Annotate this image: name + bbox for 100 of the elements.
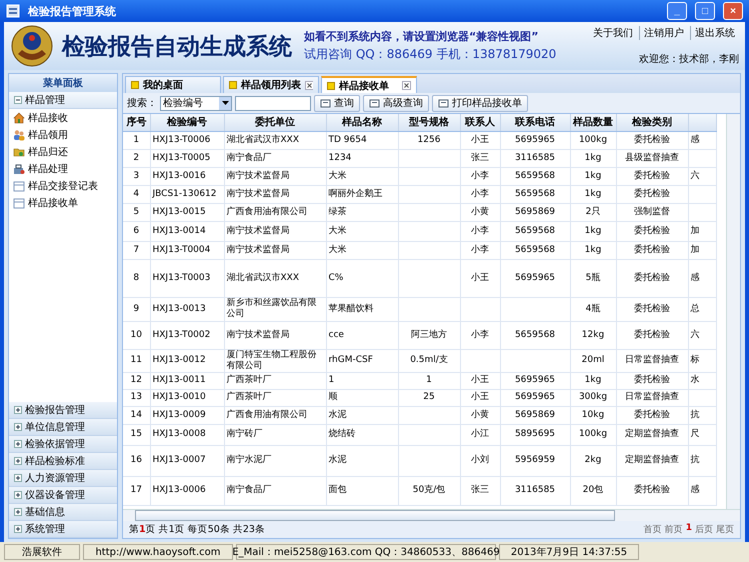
menu-group[interactable]: 样品检验标准: [9, 453, 117, 470]
table-cell: 5瓶: [570, 259, 616, 297]
table-cell: 南宁技术监督局: [224, 167, 326, 185]
table-cell: 广西食用油有限公司: [224, 406, 326, 424]
table-cell: 大米: [326, 221, 398, 241]
table-cell: 六: [688, 167, 716, 185]
maximize-button[interactable]: □: [695, 2, 715, 20]
table-cell: 湖北省武汉市XXX: [224, 259, 326, 297]
close-icon[interactable]: [305, 80, 313, 90]
menu-item[interactable]: 样品处理: [9, 160, 117, 177]
tab[interactable]: 我的桌面: [125, 76, 221, 93]
table-cell: 5956959: [500, 445, 570, 476]
table-cell: HXJ13-T0004: [150, 241, 224, 259]
table-cell: 小王: [460, 259, 500, 297]
welcome-text: 欢迎您：技术部，李刚: [639, 52, 739, 66]
table-cell: 日常监督抽查: [616, 389, 688, 406]
table-cell: cce: [326, 321, 398, 349]
table-cell: 2只: [570, 203, 616, 221]
field-dropdown[interactable]: 检验编号: [160, 96, 232, 110]
table-cell: 300kg: [570, 389, 616, 406]
tab[interactable]: 样品领用列表: [223, 76, 319, 93]
table-cell: 12kg: [570, 321, 616, 349]
vertical-scrollbar[interactable]: [726, 114, 740, 509]
column-header[interactable]: 联系电话: [500, 114, 570, 131]
advanced-query-button[interactable]: 高级查询: [363, 94, 429, 112]
table-cell: 苹果醋饮料: [326, 297, 398, 321]
column-header[interactable]: 型号规格: [398, 114, 460, 131]
toggle-icon: [14, 440, 22, 448]
column-header[interactable]: 样品名称: [326, 114, 398, 131]
pager-link[interactable]: 尾页: [716, 523, 734, 536]
table-cell: 委托检验: [616, 476, 688, 505]
table-cell: HXJ13-0014: [150, 221, 224, 241]
tab[interactable]: 样品接收单: [321, 76, 417, 93]
table-cell: 1kg: [570, 185, 616, 203]
horizontal-scrollbar[interactable]: [123, 509, 740, 521]
document-icon: [369, 98, 380, 108]
table-cell: HXJ13-T0006: [150, 131, 224, 149]
search-field[interactable]: [235, 96, 311, 110]
table-cell: [688, 185, 716, 203]
table-cell: 绿茶: [326, 203, 398, 221]
table-cell: 16: [123, 445, 150, 476]
print-button[interactable]: 打印样品接收单: [432, 94, 528, 112]
pager-link[interactable]: 前页: [664, 523, 683, 536]
menu-group[interactable]: 系统管理: [9, 521, 117, 538]
column-header[interactable]: 序号: [123, 114, 150, 131]
menu-item[interactable]: 样品接收单: [9, 194, 117, 211]
query-button[interactable]: 查询: [314, 94, 360, 112]
table-cell: 5659568: [500, 241, 570, 259]
menu-group[interactable]: 单位信息管理: [9, 419, 117, 436]
table-cell: 委托检验: [616, 372, 688, 389]
table-cell: 25: [398, 389, 460, 406]
column-header[interactable]: 联系人: [460, 114, 500, 131]
table-cell: 5695965: [500, 259, 570, 297]
menu-item[interactable]: 样品交接登记表: [9, 177, 117, 194]
table-cell: 广西茶叶厂: [224, 372, 326, 389]
menu-item[interactable]: 样品领用: [9, 126, 117, 143]
menu-item[interactable]: 样品归还: [9, 143, 117, 160]
table-cell: HXJ13-0008: [150, 424, 224, 445]
menu-group[interactable]: 仪器设备管理: [9, 487, 117, 504]
minimize-button[interactable]: _: [667, 2, 687, 20]
table-cell: 定期监督抽查: [616, 424, 688, 445]
menu-group[interactable]: 样品管理: [9, 92, 117, 109]
table-cell: 抗: [688, 445, 716, 476]
pager-link[interactable]: 1: [686, 523, 692, 536]
header-link[interactable]: 关于我们: [589, 26, 637, 40]
column-header[interactable]: 样品数量: [570, 114, 616, 131]
close-icon[interactable]: [402, 81, 411, 90]
table-cell: 顺: [326, 389, 398, 406]
menu-group[interactable]: 人力资源管理: [9, 470, 117, 487]
table-cell: 10: [123, 321, 150, 349]
pager-link[interactable]: 首页: [644, 523, 662, 536]
table-cell: [398, 149, 460, 167]
column-header[interactable]: 委托单位: [224, 114, 326, 131]
table-cell: 1: [326, 372, 398, 389]
window-title: 检验报告管理系统: [28, 4, 117, 18]
table-cell: [398, 167, 460, 185]
table-cell: 南宁技术监督局: [224, 321, 326, 349]
table-cell: 13: [123, 389, 150, 406]
table-cell: 15: [123, 424, 150, 445]
table-cell: HXJ13-0006: [150, 476, 224, 505]
table-cell: 0.5ml/支: [398, 349, 460, 372]
header-link[interactable]: 退出系统: [690, 26, 739, 40]
table-cell: 加: [688, 221, 716, 241]
table-cell: 3116585: [500, 476, 570, 505]
column-header[interactable]: 检验编号: [150, 114, 224, 131]
column-header[interactable]: 检验类别: [616, 114, 688, 131]
table-cell: 5695965: [500, 372, 570, 389]
table-cell: 定期监督抽查: [616, 445, 688, 476]
pager-link[interactable]: 后页: [695, 523, 713, 536]
table-cell: 5659568: [500, 321, 570, 349]
table-cell: 广西食用油有限公司: [224, 203, 326, 221]
header-link[interactable]: 注销用户: [639, 26, 688, 40]
table-cell: 9: [123, 297, 150, 321]
menu-group[interactable]: 检验依据管理: [9, 436, 117, 453]
table-cell: HXJ13-0016: [150, 167, 224, 185]
menu-group[interactable]: 检验报告管理: [9, 402, 117, 419]
table-cell: 2: [123, 149, 150, 167]
menu-group[interactable]: 基础信息: [9, 504, 117, 521]
menu-item[interactable]: 样品接收: [9, 109, 117, 126]
close-button[interactable]: ×: [723, 2, 743, 20]
